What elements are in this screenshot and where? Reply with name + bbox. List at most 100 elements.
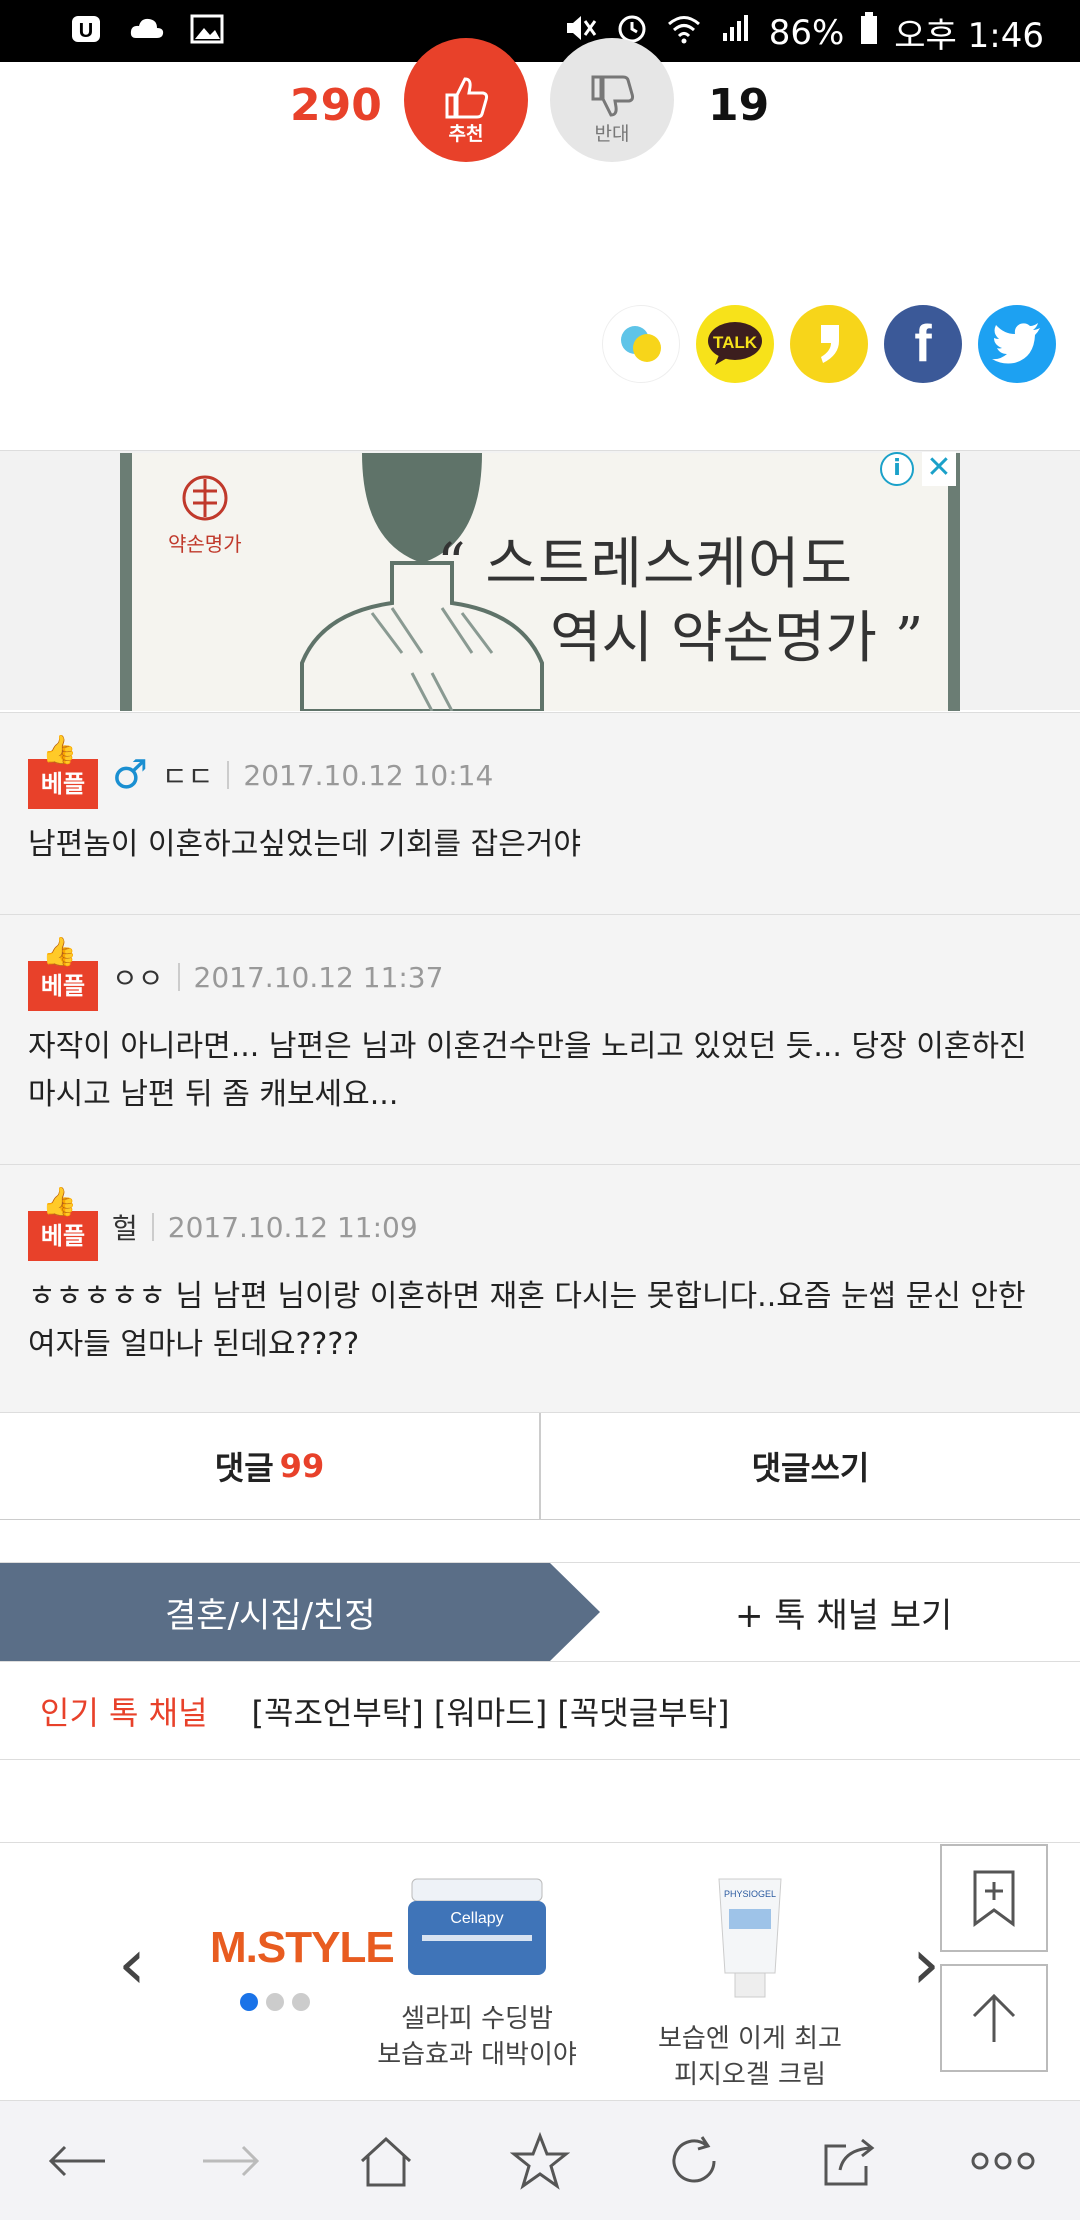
- carousel-next-icon[interactable]: ›: [912, 1923, 940, 2005]
- kakao-talk-icon: TALK: [708, 322, 762, 365]
- home-icon: [360, 2136, 411, 2186]
- scroll-to-top-button[interactable]: [940, 1964, 1048, 2072]
- carousel-dot[interactable]: [240, 1993, 258, 2011]
- arrow-right-icon: [203, 2145, 260, 2176]
- signal-icon: [717, 9, 755, 56]
- share-icon: [824, 2138, 874, 2185]
- best-comments: 베플 ♂ ㄷㄷ 2017.10.12 10:14 남편놈이 이혼하고싶었는데 기…: [0, 712, 1080, 1412]
- svg-text:PHYSIOGEL: PHYSIOGEL: [724, 1889, 776, 1899]
- battery-icon: [858, 9, 880, 56]
- comment-nick[interactable]: ㅇㅇ: [112, 957, 164, 997]
- downvote-button[interactable]: 반대: [550, 38, 674, 162]
- ad-headline: “ 스트레스케어도: [437, 532, 854, 597]
- ad-creative[interactable]: 약손명가 “ 스트레스케어도 역시 약손명가 ”: [120, 453, 960, 711]
- upvote-button[interactable]: 추천: [404, 38, 528, 162]
- bookmark-add-button[interactable]: [940, 1844, 1048, 1952]
- upvote-label: 추천: [448, 123, 484, 145]
- product-caption-line2: 피지오겔 크림: [674, 2060, 826, 2090]
- cellapy-product-image: Cellapy: [408, 1878, 546, 1975]
- thumbs-up-icon: [445, 77, 489, 119]
- carousel-dot[interactable]: [266, 1993, 284, 2011]
- comment-date: 2017.10.12 11:09: [167, 1210, 418, 1244]
- current-channel-tab[interactable]: 결혼/시집/친정: [0, 1563, 600, 1661]
- arrow-left-icon: [49, 2145, 106, 2176]
- product-card[interactable]: PHYSIOGEL 보습엔 이게 최고 피지오겔 크림: [640, 1873, 860, 2093]
- image-icon: [188, 10, 226, 52]
- comment-nick[interactable]: 헐: [112, 1207, 138, 1247]
- view-comments-button[interactable]: 댓글 99: [0, 1413, 541, 1519]
- best-badge: 베플: [28, 725, 98, 809]
- carousel-dot[interactable]: [292, 1993, 310, 2011]
- comment-body: 남편놈이 이혼하고싶었는데 기회를 잡은거야: [28, 827, 582, 862]
- share-button[interactable]: [809, 2121, 889, 2201]
- star-icon: [509, 2131, 570, 2190]
- ad-subheadline: 역시 약손명가 ”: [550, 606, 924, 671]
- comment-actions: 댓글 99 댓글쓰기: [0, 1412, 1080, 1520]
- uplus-icon: U: [68, 10, 106, 52]
- comment-body: ㅎㅎㅎㅎㅎ 님 남편 님이랑 이혼하면 재혼 다시는 못합니다..요즘 눈썹 문…: [28, 1279, 1026, 1362]
- arrow-up-icon: [972, 1993, 1016, 2042]
- popular-channel-tags[interactable]: [꼭조언부탁] [워마드] [꼭댓글부탁]: [252, 1688, 730, 1734]
- more-button[interactable]: [963, 2121, 1043, 2201]
- comment-item: 베플 헐 2017.10.12 11:09 ㅎㅎㅎㅎㅎ 님 남편 님이랑 이혼하…: [0, 1164, 1080, 1412]
- comment-date: 2017.10.12 11:37: [193, 960, 444, 994]
- ad-close-icon[interactable]: ✕: [922, 452, 956, 486]
- thumbs-down-icon: [591, 75, 635, 117]
- clock: 오후 1:46: [894, 16, 1044, 56]
- ad-banner[interactable]: 약손명가 “ 스트레스케어도 역시 약손명가 ”: [0, 450, 1080, 711]
- refresh-icon: [672, 2135, 716, 2182]
- wifi-icon: [665, 9, 703, 56]
- comment-body: 자작이 아니라면... 남편은 님과 이혼건수만을 노리고 있었던 듯... 당…: [28, 1029, 1027, 1112]
- refresh-button[interactable]: [654, 2121, 734, 2201]
- physiogel-product-image: PHYSIOGEL: [718, 1878, 782, 1998]
- comment-item: 베플 ㅇㅇ 2017.10.12 11:37 자작이 아니라면... 남편은 님…: [0, 914, 1080, 1164]
- divider: [151, 1213, 154, 1241]
- svg-text:TALK: TALK: [713, 333, 758, 352]
- home-button[interactable]: [346, 2121, 426, 2201]
- vote-section: 290 추천 반대 19: [0, 38, 1080, 172]
- more-channels-link[interactable]: + 톡 채널 보기: [735, 1563, 952, 1661]
- kakao-page-icon: [821, 325, 839, 363]
- more-dots-icon: [971, 2152, 1035, 2169]
- upvote-count: 290: [290, 80, 382, 131]
- facebook-icon: f: [914, 315, 932, 373]
- write-comment-button[interactable]: 댓글쓰기: [541, 1413, 1080, 1519]
- downvote-label: 반대: [594, 123, 630, 145]
- brand-logo-icon: [182, 475, 228, 521]
- twitter-share-button[interactable]: [978, 305, 1056, 383]
- downvote-count: 19: [708, 80, 770, 131]
- comment-nick[interactable]: ㄷㄷ: [162, 755, 214, 795]
- status-bar: U 86% 오후 1:46: [0, 0, 1080, 62]
- facebook-share-button[interactable]: f: [884, 305, 962, 383]
- best-badge: 베플: [28, 927, 98, 1011]
- forward-button[interactable]: [191, 2121, 271, 2201]
- ad-info-icon[interactable]: i: [880, 452, 914, 486]
- write-comment-label: 댓글쓰기: [751, 1449, 870, 1487]
- popular-channels: 인기 톡 채널 [꼭조언부탁] [워마드] [꼭댓글부탁]: [0, 1662, 1080, 1760]
- kakao-page-share-button[interactable]: [790, 305, 868, 383]
- product-caption-line1: 셀라피 수딩밤: [401, 2004, 553, 2034]
- svg-text:U: U: [79, 20, 93, 42]
- carousel-prev-icon[interactable]: ‹: [118, 1923, 146, 2005]
- spacer: [0, 1760, 1080, 1842]
- svg-text:Cellapy: Cellapy: [450, 1910, 503, 1927]
- product-caption-line1: 보습엔 이게 최고: [658, 2024, 842, 2054]
- ad-brand: 약손명가: [168, 473, 242, 557]
- product-caption-line2: 보습효과 대박이야: [377, 2040, 577, 2070]
- back-button[interactable]: [37, 2121, 117, 2201]
- shopping-carousel: ‹ M.STYLE Cellapy 셀라피 수딩밤 보습효과 대박이야 PHYS…: [0, 1842, 1080, 2090]
- cloud-icon: [128, 10, 166, 52]
- comments-label: 댓글: [214, 1449, 274, 1487]
- kakao-talk-share-button[interactable]: TALK: [696, 305, 774, 383]
- comment-date: 2017.10.12 10:14: [243, 758, 494, 792]
- battery-percent: 86%: [768, 12, 845, 53]
- popular-channels-label: 인기 톡 채널: [40, 1693, 208, 1732]
- comment-item: 베플 ♂ ㄷㄷ 2017.10.12 10:14 남편놈이 이혼하고싶었는데 기…: [0, 712, 1080, 914]
- divider: [177, 963, 180, 991]
- carousel-dots: [240, 1993, 310, 2011]
- product-card[interactable]: Cellapy 셀라피 수딩밤 보습효과 대박이야: [367, 1873, 587, 2073]
- bookmark-button[interactable]: [500, 2121, 580, 2201]
- kakao-story-share-button[interactable]: [602, 305, 680, 383]
- share-row: TALK f: [602, 305, 1056, 383]
- spacer: [0, 1520, 1080, 1562]
